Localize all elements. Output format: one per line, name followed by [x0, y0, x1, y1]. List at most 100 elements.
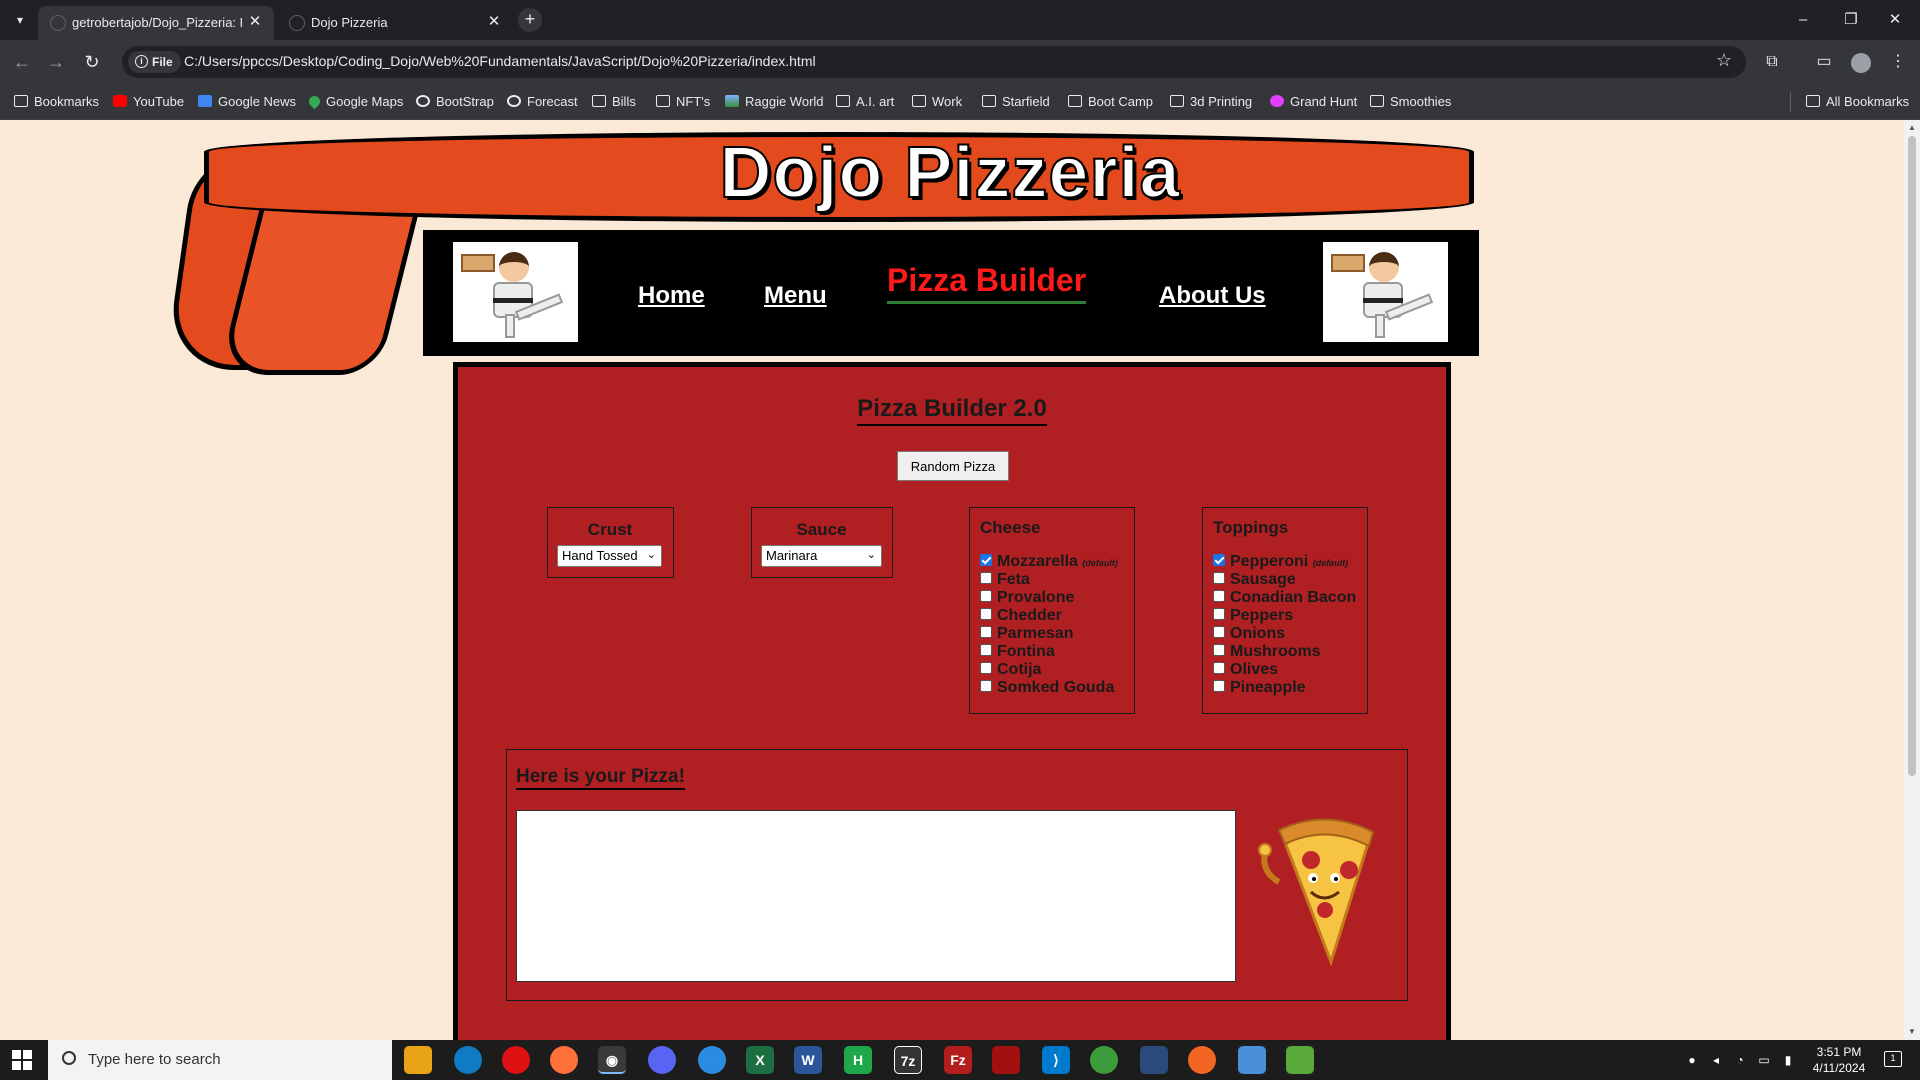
topping-option-onions[interactable]: Onions [1213, 625, 1285, 643]
tab-dojo-pizzeria[interactable]: Dojo Pizzeria ✕ [277, 6, 513, 40]
notification-icon[interactable]: 1 [1884, 1051, 1902, 1067]
file-explorer-icon[interactable] [404, 1046, 432, 1074]
nav-about-us[interactable]: About Us [1159, 282, 1266, 310]
bookmark-forecast[interactable]: Forecast [507, 93, 578, 111]
app-icon[interactable] [1286, 1046, 1314, 1074]
app-icon[interactable] [698, 1046, 726, 1074]
cheese-option-provalone[interactable]: Provalone [980, 589, 1074, 607]
bookmark-work[interactable]: Work [912, 93, 962, 111]
bookmark-smoothies[interactable]: Smoothies [1370, 93, 1451, 111]
filezilla-icon[interactable]: Fz [944, 1046, 972, 1074]
bookmark-google-maps[interactable]: Google Maps [306, 93, 403, 111]
topping-option-olives[interactable]: Olives [1213, 661, 1278, 679]
7zip-icon[interactable]: 7z [894, 1046, 922, 1074]
scroll-down-icon[interactable]: ▼ [1907, 1027, 1917, 1037]
menu-kebab-icon[interactable]: ⋮ [1886, 50, 1910, 74]
excel-icon[interactable]: X [746, 1046, 774, 1074]
new-tab-button[interactable]: + [518, 8, 542, 32]
bookmark-grand-hunt[interactable]: Grand Hunt [1270, 93, 1357, 111]
close-tab-icon[interactable]: ✕ [485, 13, 503, 31]
page-scrollbar[interactable]: ▲ ▼ [1904, 120, 1920, 1040]
forward-arrow-icon[interactable]: → [44, 50, 68, 74]
checkbox[interactable] [1213, 554, 1225, 566]
topping-option-canadian-bacon[interactable]: Conadian Bacon [1213, 589, 1356, 607]
cheese-option-feta[interactable]: Feta [980, 571, 1030, 589]
checkbox[interactable] [980, 554, 992, 566]
tab-search-chevron-icon[interactable]: ▾ [10, 10, 30, 30]
h-app-icon[interactable]: H [844, 1046, 872, 1074]
restore-icon[interactable]: ❐ [1836, 8, 1866, 32]
cheese-option-fontina[interactable]: Fontina [980, 643, 1055, 661]
bookmark-google-news[interactable]: Google News [198, 93, 296, 111]
site-info-chip[interactable]: i File [128, 51, 181, 73]
bookmark-youtube[interactable]: YouTube [113, 93, 184, 111]
sauce-select[interactable]: Marinara ⌄ [761, 545, 882, 567]
postman-icon[interactable] [1188, 1046, 1216, 1074]
close-window-icon[interactable]: ✕ [1880, 8, 1910, 32]
checkbox[interactable] [1213, 572, 1225, 584]
minimize-icon[interactable]: – [1788, 8, 1818, 32]
checkbox[interactable] [1213, 662, 1225, 674]
checkbox[interactable] [980, 608, 992, 620]
topping-option-pepperoni[interactable]: Pepperoni (default) [1213, 553, 1348, 571]
pizza-result-output[interactable] [516, 810, 1236, 982]
nav-menu[interactable]: Menu [764, 282, 827, 310]
cheese-option-smoked-gouda[interactable]: Somked Gouda [980, 679, 1114, 697]
back-arrow-icon[interactable]: ← [10, 50, 34, 74]
opera-icon[interactable] [502, 1046, 530, 1074]
scroll-up-icon[interactable]: ▲ [1907, 123, 1917, 133]
bookmark-nfts[interactable]: NFT's [656, 93, 710, 111]
windows-start-icon[interactable] [12, 1050, 32, 1070]
network-icon[interactable]: ◔ [1732, 1052, 1748, 1068]
reload-icon[interactable]: ↻ [80, 50, 104, 74]
checkbox[interactable] [1213, 626, 1225, 638]
checkbox[interactable] [980, 680, 992, 692]
checkbox[interactable] [1213, 680, 1225, 692]
cheese-option-chedder[interactable]: Chedder [980, 607, 1062, 625]
checkbox[interactable] [1213, 590, 1225, 602]
topping-option-sausage[interactable]: Sausage [1213, 571, 1296, 589]
firefox-icon[interactable] [550, 1046, 578, 1074]
word-icon[interactable]: W [794, 1046, 822, 1074]
app-icon[interactable] [1238, 1046, 1266, 1074]
vscode-icon[interactable]: ⟩ [1042, 1046, 1070, 1074]
crust-select[interactable]: Hand Tossed ⌄ [557, 545, 662, 567]
nav-pizza-builder[interactable]: Pizza Builder [887, 262, 1087, 304]
cheese-option-cotija[interactable]: Cotija [980, 661, 1041, 679]
checkbox[interactable] [1213, 608, 1225, 620]
checkbox[interactable] [1213, 644, 1225, 656]
scrollbar-thumb[interactable] [1908, 136, 1916, 776]
display-icon[interactable]: ▭ [1756, 1052, 1772, 1068]
url-text[interactable]: C:/Users/ppccs/Desktop/Coding_Dojo/Web%2… [184, 53, 816, 69]
random-pizza-button[interactable]: Random Pizza [897, 451, 1009, 481]
extensions-icon[interactable]: ⧉ [1760, 50, 1784, 74]
bookmark-boot-camp[interactable]: Boot Camp [1068, 93, 1153, 111]
close-tab-icon[interactable]: ✕ [246, 13, 264, 31]
bookmark-bills[interactable]: Bills [592, 93, 636, 111]
bookmark-ai-art[interactable]: A.I. art [836, 93, 894, 111]
cheese-option-parmesan[interactable]: Parmesan [980, 625, 1074, 643]
checkbox[interactable] [980, 626, 992, 638]
taskbar-clock[interactable]: 3:51 PM 4/11/2024 [1804, 1044, 1874, 1076]
topping-option-mushrooms[interactable]: Mushrooms [1213, 643, 1321, 661]
bookmark-raggie-world[interactable]: Raggie World [725, 93, 824, 111]
address-bar[interactable]: i File C:/Users/ppccs/Desktop/Coding_Doj… [122, 46, 1746, 78]
cast-icon[interactable]: ▭ [1812, 50, 1836, 74]
checkbox[interactable] [980, 572, 992, 584]
bookmark-bootstrap[interactable]: BootStrap [416, 93, 494, 111]
discord-icon[interactable] [648, 1046, 676, 1074]
cheese-option-mozzarella[interactable]: Mozzarella (default) [980, 553, 1118, 571]
app-icon[interactable] [1140, 1046, 1168, 1074]
battery-icon[interactable]: ▮ [1780, 1052, 1796, 1068]
bookmark-bookmarks[interactable]: Bookmarks [14, 93, 99, 111]
checkbox[interactable] [980, 644, 992, 656]
bookmark-star-icon[interactable]: ☆ [1716, 50, 1732, 71]
tab-github[interactable]: getrobertajob/Dojo_Pizzeria: H ✕ [38, 6, 274, 40]
edge-icon[interactable] [454, 1046, 482, 1074]
discord-tray-icon[interactable]: ● [1684, 1052, 1700, 1068]
bookmark-3d-printing[interactable]: 3d Printing [1170, 93, 1252, 111]
topping-option-peppers[interactable]: Peppers [1213, 607, 1293, 625]
checkbox[interactable] [980, 590, 992, 602]
topping-option-pineapple[interactable]: Pineapple [1213, 679, 1306, 697]
volume-icon[interactable]: ◂ [1708, 1052, 1724, 1068]
